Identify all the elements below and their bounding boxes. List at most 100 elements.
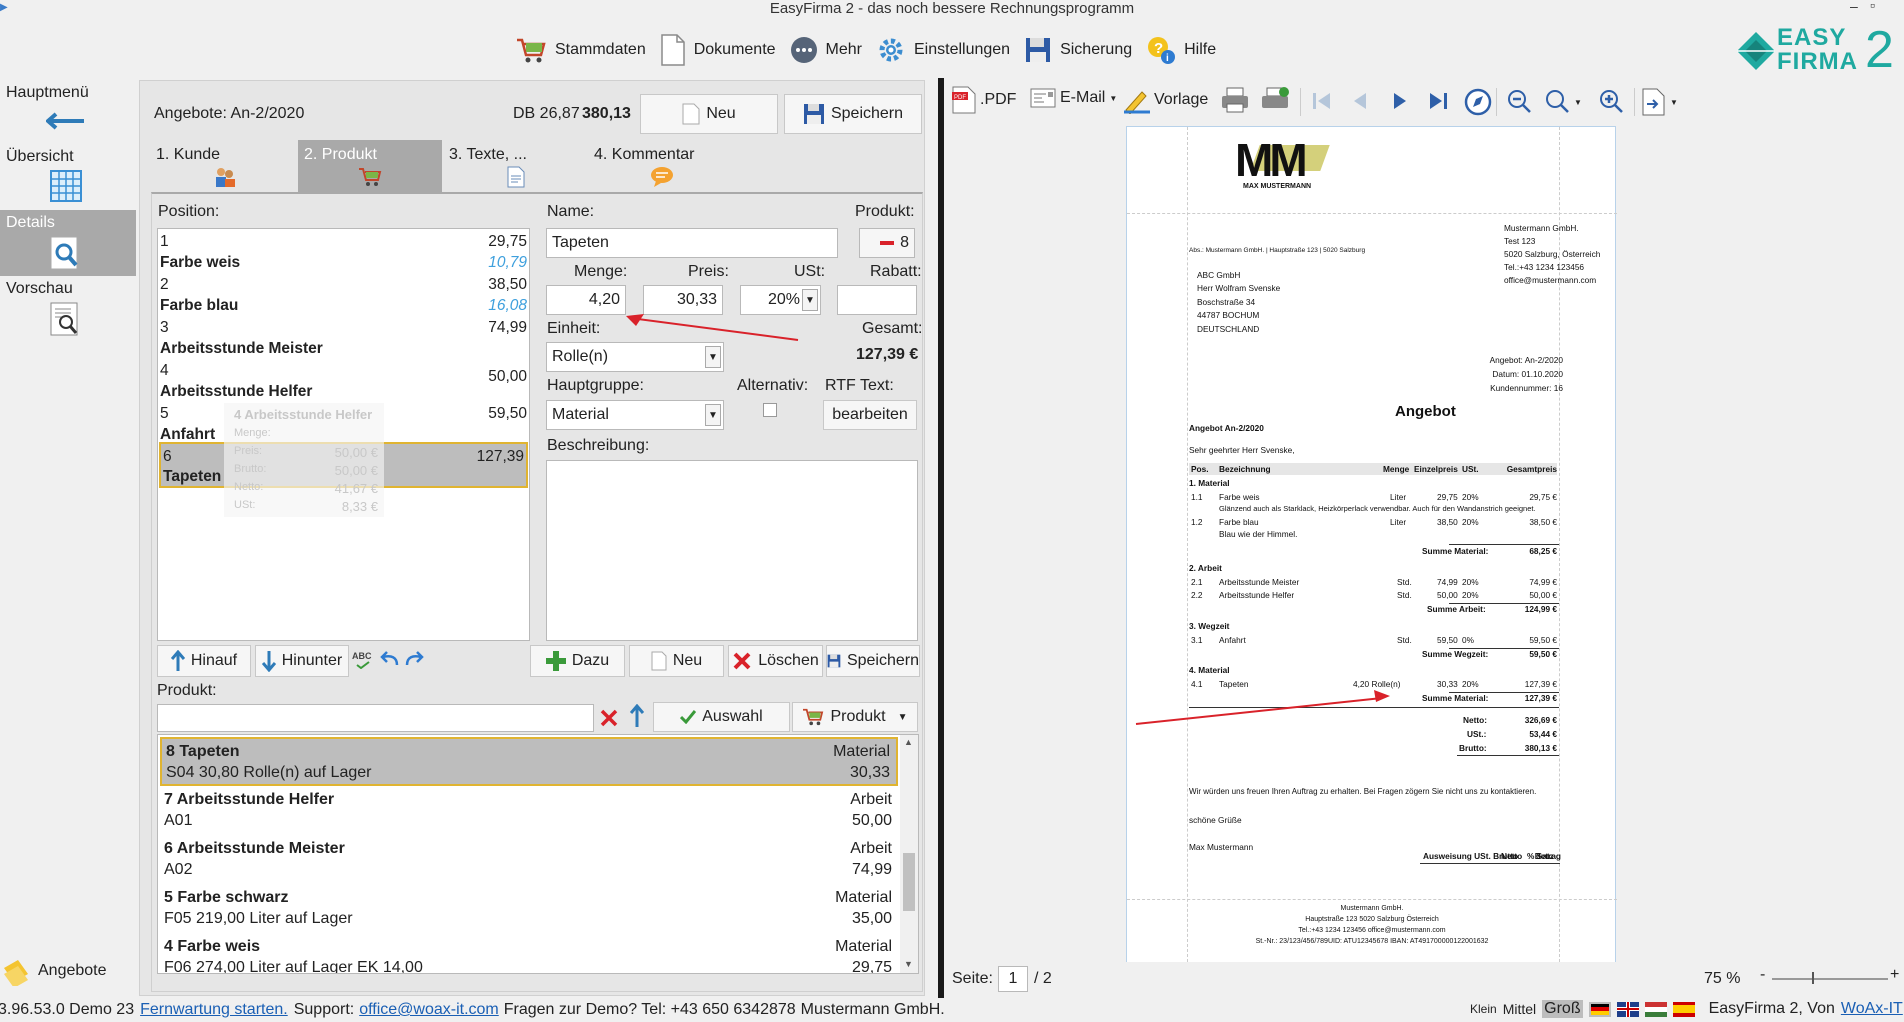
new-offer-button[interactable]: Neu	[640, 94, 778, 134]
position-row-name[interactable]: Farbe weis 10,79	[158, 252, 529, 274]
page-setup-dropdown[interactable]: ▼	[1642, 88, 1678, 116]
position-row-num[interactable]: 4 50,00	[158, 360, 529, 385]
menu-hilfe[interactable]: ? i Hilfe	[1146, 35, 1216, 65]
clear-search-icon[interactable]	[599, 708, 619, 728]
scroll-down-icon[interactable]: ▼	[904, 959, 913, 969]
print-setup-icon[interactable]	[1260, 86, 1290, 114]
printer-icon[interactable]	[1220, 86, 1250, 114]
flag-germany-icon[interactable]	[1588, 1001, 1611, 1017]
size-large-option[interactable]: Groß	[1542, 1000, 1583, 1018]
product-list-item[interactable]: 5 Farbe schwarz Material F05 219,00 Lite…	[160, 885, 898, 934]
tab-produkt[interactable]: 2. Produkt	[298, 140, 442, 192]
tab-label: 2. Produkt	[304, 146, 377, 163]
template-button[interactable]: Vorlage	[1124, 86, 1208, 114]
position-row-name[interactable]: Arbeitsstunde Helfer	[158, 381, 529, 403]
position-row-name[interactable]: Arbeitsstunde Meister	[158, 338, 529, 360]
zoom-dropdown[interactable]: ▼	[1544, 88, 1582, 116]
tab-kommentar[interactable]: 4. Kommentar	[588, 140, 748, 192]
delete-button[interactable]: Löschen	[728, 645, 823, 677]
scroll-thumb[interactable]	[903, 853, 915, 911]
sidebar-item-details[interactable]: Details	[0, 210, 136, 276]
remote-support-link[interactable]: Fernwartung starten.	[140, 1001, 288, 1019]
size-small-option[interactable]: Klein	[1470, 1002, 1497, 1016]
product-id-field[interactable]: 8	[859, 228, 915, 258]
beschreibung-textarea[interactable]	[546, 460, 918, 641]
template-label: Vorlage	[1154, 91, 1209, 108]
save-position-button[interactable]: Speichern	[826, 645, 920, 677]
position-name: Arbeitsstunde Meister	[160, 340, 323, 357]
move-down-button[interactable]: Hinunter	[255, 645, 349, 677]
flag-hungary-icon[interactable]	[1644, 1001, 1667, 1017]
rtf-edit-button[interactable]: bearbeiten	[823, 400, 917, 430]
rabatt-input[interactable]	[837, 285, 917, 315]
zoom-in-icon[interactable]	[1598, 88, 1626, 116]
netto-label: Netto:	[1463, 715, 1487, 725]
sidebar-item-hauptmenue[interactable]: Hauptmenü	[0, 78, 136, 144]
pane-divider[interactable]	[938, 78, 944, 998]
add-button[interactable]: Dazu	[530, 645, 625, 677]
first-page-icon[interactable]	[1312, 92, 1332, 110]
position-row-name[interactable]: Farbe blau 16,08	[158, 295, 529, 317]
menu-mehr[interactable]: Mehr	[790, 36, 862, 64]
tooltip-title: 4 Arbeitsstunde Helfer	[234, 407, 373, 422]
new-position-button[interactable]: Neu	[629, 645, 724, 677]
support-email-link[interactable]: office@woax-it.com	[359, 1001, 499, 1019]
menge-input[interactable]: 4,20	[546, 285, 626, 315]
compass-icon[interactable]	[1464, 88, 1492, 116]
position-row-num[interactable]: 1 29,75	[158, 231, 529, 253]
offer-number-label: Angebote: An-2/2020	[154, 105, 305, 122]
scroll-up-icon[interactable]: ▲	[904, 737, 913, 747]
position-list[interactable]: 1 29,75 Farbe weis 10,79 2 38,50 Farbe blau…	[157, 228, 530, 641]
zoom-plus[interactable]: +	[1890, 966, 1899, 984]
flag-spain-icon[interactable]	[1672, 1001, 1695, 1017]
zoom-slider[interactable]	[1772, 972, 1888, 984]
last-page-icon[interactable]	[1428, 92, 1448, 110]
position-row-num[interactable]: 3 74,99	[158, 317, 529, 339]
previous-page-icon[interactable]	[1352, 92, 1368, 110]
unlink-icon[interactable]	[880, 241, 895, 245]
name-input[interactable]: Tapeten	[546, 228, 838, 258]
hauptgruppe-select[interactable]: Material ▼	[546, 400, 724, 430]
select-product-button[interactable]: Auswahl	[653, 702, 790, 732]
menu-sicherung[interactable]: Sicherung	[1024, 36, 1132, 64]
product-menu-button[interactable]: Produkt ▼	[792, 702, 918, 732]
sidebar-item-vorschau[interactable]: Vorschau	[0, 276, 136, 342]
zoom-minus[interactable]: -	[1760, 966, 1765, 984]
maximize-button[interactable]: ▫	[1870, 0, 1875, 13]
zoom-out-icon[interactable]	[1506, 88, 1534, 116]
product-list-scrollbar[interactable]: ▲ ▼	[900, 735, 918, 973]
product-list-item[interactable]: 4 Farbe weis Material F06 274,00 Liter a…	[160, 934, 898, 973]
email-button[interactable]: E-Mail ▼	[1030, 88, 1117, 108]
tab-texte[interactable]: 3. Texte, ...	[443, 140, 587, 192]
einheit-select[interactable]: Rolle(n) ▼	[546, 342, 724, 372]
menu-einstellungen[interactable]: Einstellungen	[876, 35, 1010, 65]
tab-kunde[interactable]: 1. Kunde	[153, 140, 297, 192]
page-number-input[interactable]: 1	[998, 966, 1028, 992]
menu-dokumente[interactable]: Dokumente	[660, 34, 776, 66]
minimize-button[interactable]: –	[1850, 0, 1858, 14]
size-medium-option[interactable]: Mittel	[1503, 1001, 1536, 1017]
position-row-num[interactable]: 2 38,50	[158, 274, 529, 296]
flag-uk-icon[interactable]	[1616, 1001, 1639, 1017]
product-list-item[interactable]: 6 Arbeitsstunde Meister Arbeit A02 74,99	[160, 836, 898, 885]
sidebar-item-angebote[interactable]: Angebote	[0, 954, 136, 990]
zoom-slider-thumb[interactable]	[1812, 972, 1814, 984]
product-search-input[interactable]	[157, 704, 594, 732]
spellcheck-button[interactable]: ABC	[352, 651, 374, 671]
preview-area[interactable]: MM MAX MUSTERMANN Abs.: Mustermann GmbH.…	[946, 122, 1902, 962]
product-list-item[interactable]: 7 Arbeitsstunde Helfer Arbeit A01 50,00	[160, 787, 898, 836]
vendor-link[interactable]: WoAx-IT	[1841, 1000, 1903, 1018]
move-up-button[interactable]: Hinauf	[157, 645, 251, 677]
sidebar-item-uebersicht[interactable]: Übersicht	[0, 144, 136, 210]
product-list-item[interactable]: 8 Tapeten Material S04 30,80 Rolle(n) au…	[160, 737, 898, 786]
undo-icon[interactable]	[377, 649, 401, 669]
product-list[interactable]: 8 Tapeten Material S04 30,80 Rolle(n) au…	[157, 734, 919, 974]
export-pdf-button[interactable]: PDF .PDF	[952, 86, 1016, 114]
menu-einstellungen-label: Einstellungen	[914, 41, 1011, 58]
next-page-icon[interactable]	[1392, 92, 1408, 110]
menu-stammdaten[interactable]: Stammdaten	[515, 34, 646, 66]
save-offer-button[interactable]: Speichern	[784, 94, 922, 134]
alternativ-checkbox[interactable]	[763, 403, 777, 417]
redo-icon[interactable]	[403, 649, 427, 669]
arrow-up-icon[interactable]	[630, 704, 644, 728]
